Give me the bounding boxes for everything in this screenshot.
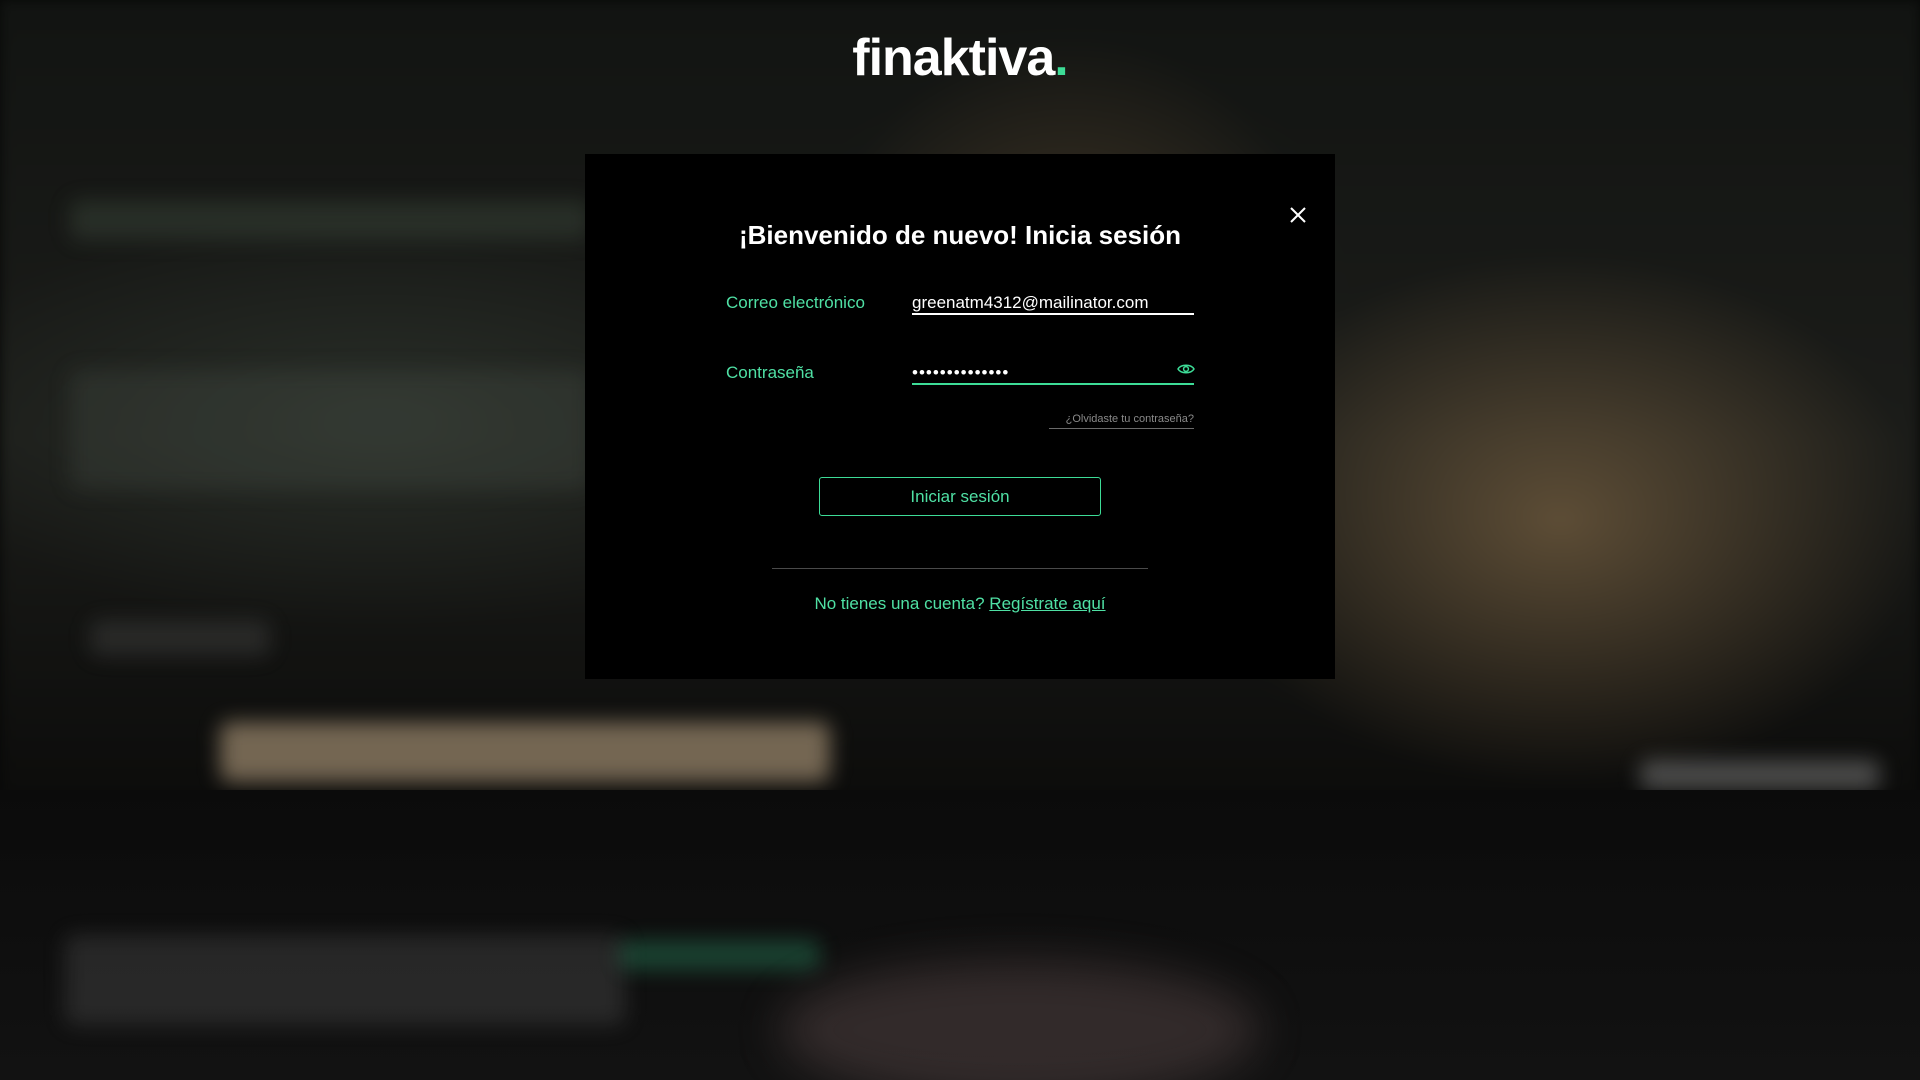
background-blurred-highlight [620,940,820,970]
background-blurred-heading [65,935,625,1025]
register-link[interactable]: Regístrate aquí [989,594,1105,613]
forgot-password-link[interactable]: ¿Olvidaste tu contraseña? [1049,413,1194,429]
background-blurred-band [220,722,830,782]
register-prompt: No tienes una cuenta? [814,594,985,613]
finaktiva-logo: finaktiva. [0,28,1920,88]
email-underline [912,313,1194,315]
logo-dot: . [1054,29,1068,87]
logo-wordmark: finaktiva [852,29,1055,87]
background-blurred-text [70,200,590,240]
background-blurred-button [90,620,270,656]
background-blurred-band [1640,760,1880,790]
login-modal: ¡Bienvenido de nuevo! Inicia sesión Corr… [585,154,1335,679]
eye-icon [1177,364,1195,374]
register-prompt-line: No tienes una cuenta? Regístrate aquí [585,594,1335,614]
modal-title: ¡Bienvenido de nuevo! Inicia sesión [738,220,1182,250]
background-blurred-text [70,370,590,490]
divider [772,568,1148,569]
login-button[interactable]: Iniciar sesión [819,477,1101,516]
password-underline [912,383,1194,385]
email-label: Correo electrónico [726,293,865,312]
password-label: Contraseña [726,363,814,382]
show-password-toggle[interactable] [1177,361,1195,375]
